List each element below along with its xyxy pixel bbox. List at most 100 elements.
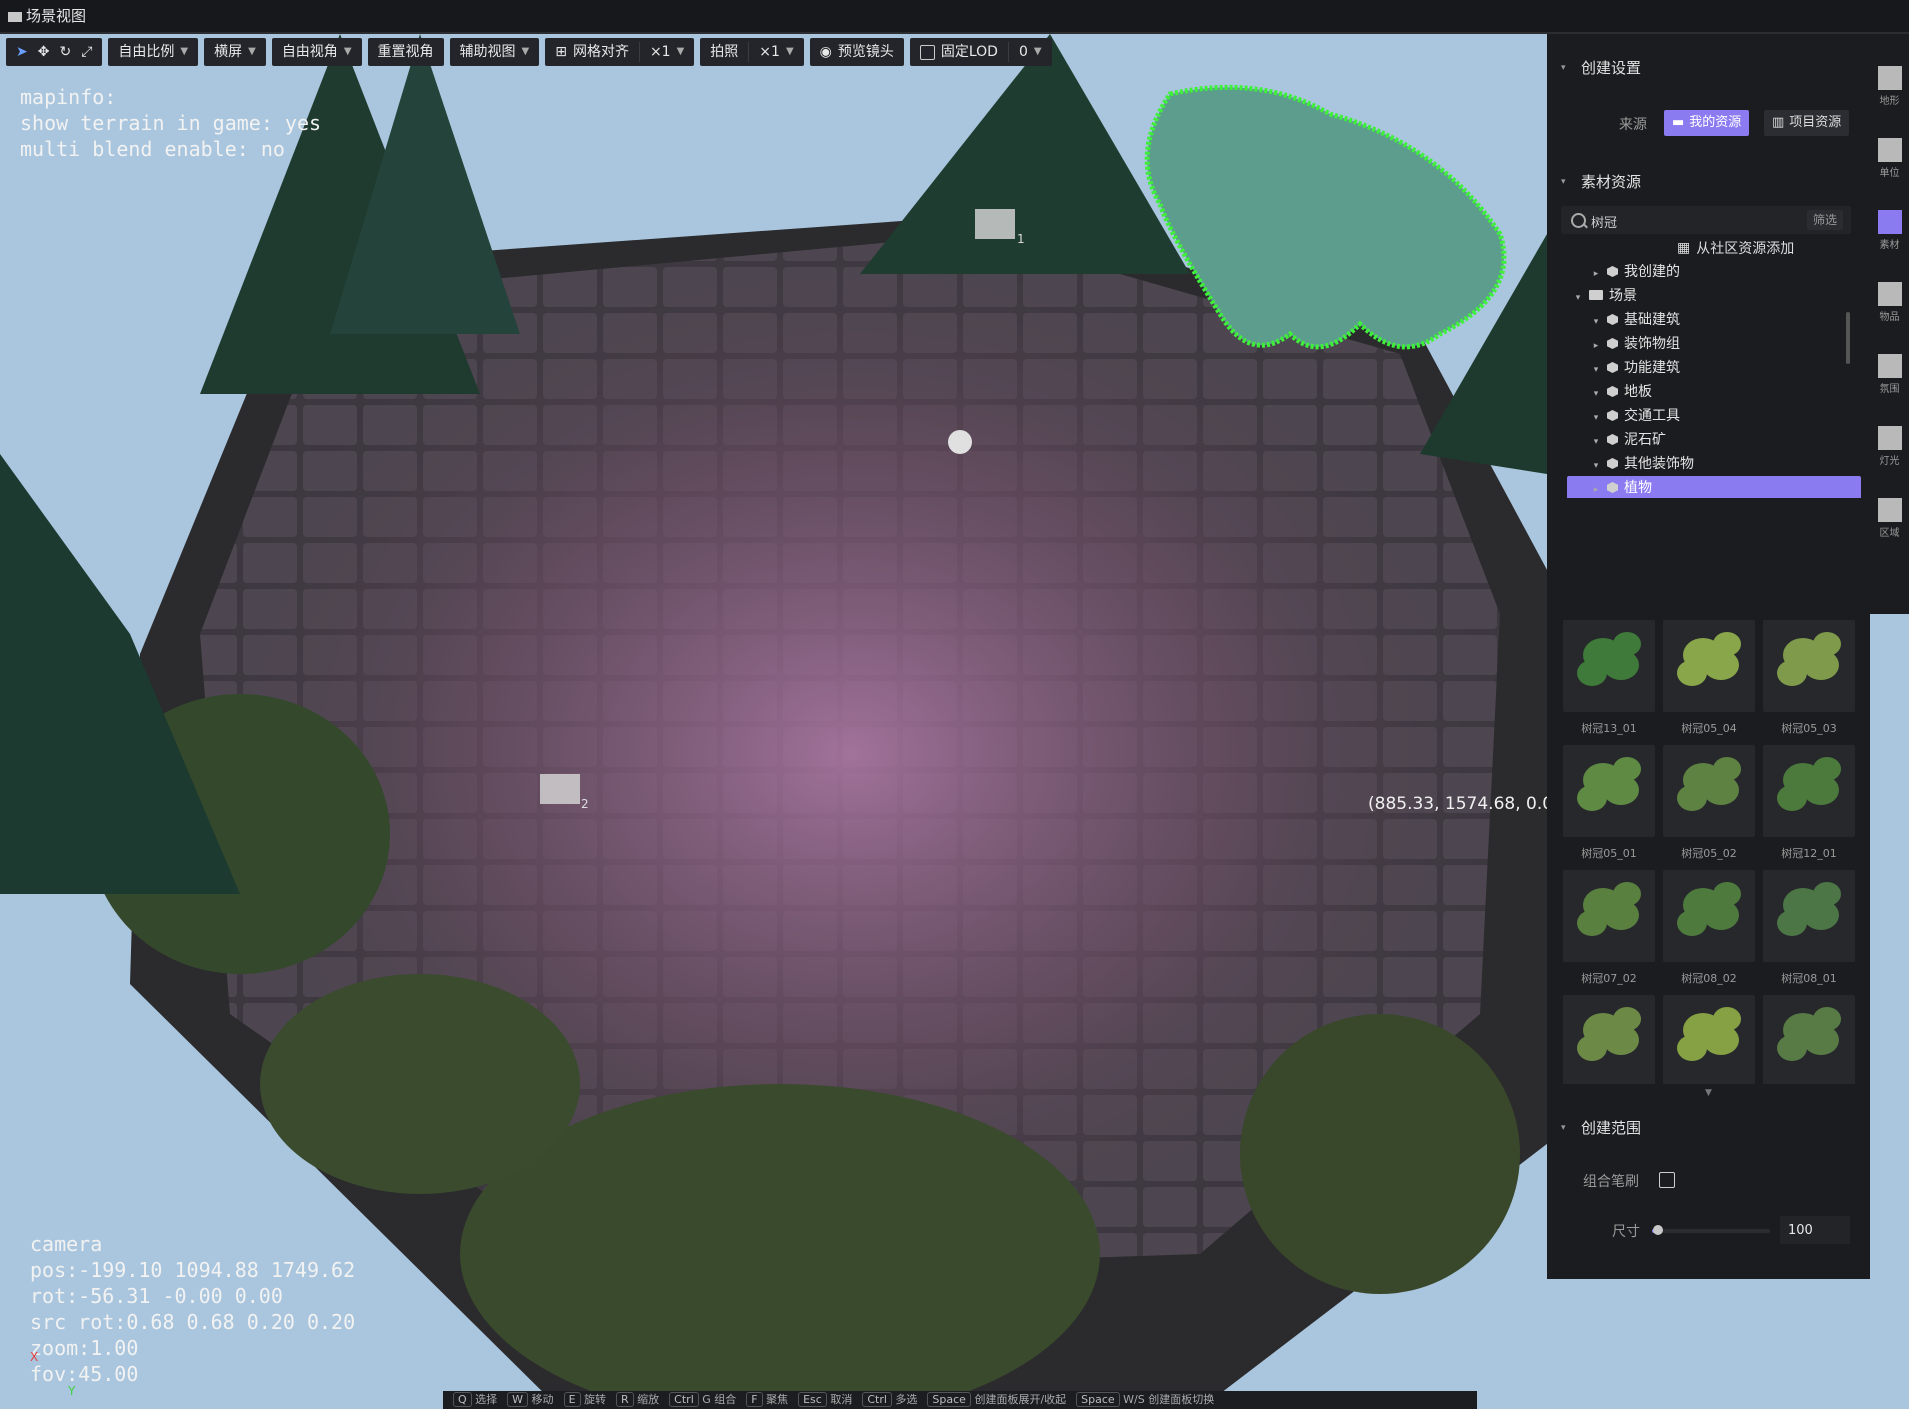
combo-brush-checkbox[interactable] <box>1659 1172 1675 1188</box>
tree-item-label: 交通工具 <box>1624 408 1680 424</box>
viewport-toolbar: ➤ ✥ ↻ ⤢ 自由比例 ▼ 横屏 ▼ 自由视角 ▼ 重置视角 辅助视图 ▼ ⊞ 网格对齐… <box>6 38 1052 66</box>
rotate-tool-icon[interactable]: ↻ <box>59 38 71 66</box>
lod-value-dropdown[interactable]: 0 ▼ <box>1009 38 1052 66</box>
hotkey-label: 选择 <box>471 1393 498 1406</box>
select-tool-icon[interactable]: ➤ <box>16 38 28 66</box>
filter-button[interactable]: 筛选 <box>1806 210 1843 230</box>
hotkey-label: 多选 <box>891 1393 918 1406</box>
reset-view-label: 重置视角 <box>377 44 434 60</box>
sidebar-item-tree[interactable]: 素材 <box>1870 198 1909 262</box>
scene-viewport[interactable]: ➤ ✥ ↻ ⤢ 自由比例 ▼ 横屏 ▼ 自由视角 ▼ 重置视角 辅助视图 ▼ ⊞ 网格对齐… <box>0 34 1547 1409</box>
asset-thumbnail[interactable]: 树冠13_01 <box>1563 620 1655 742</box>
asset-thumbnail[interactable]: 树冠12_01 <box>1763 745 1855 867</box>
folder-icon: ▬ <box>1672 115 1685 130</box>
source-mine-button[interactable]: ▬ 我的资源 <box>1664 110 1750 136</box>
tree-item[interactable]: ▾ 基础建筑 <box>1567 308 1861 332</box>
scene-render[interactable] <box>0 34 1547 1409</box>
expand-arrow-icon[interactable]: ▸ <box>1589 262 1603 286</box>
photo-button[interactable]: 拍照 <box>700 38 748 66</box>
asset-label: 树冠08_02 <box>1681 972 1737 985</box>
expand-arrow-icon[interactable]: ▼ <box>1705 1088 1712 1098</box>
lod-value: 0 <box>1018 44 1028 60</box>
asset-search-input[interactable] <box>1589 209 1793 233</box>
asset-thumbnail[interactable]: 树冠06_02 <box>1763 995 1855 1084</box>
asset-thumbnail[interactable]: 树冠08_03 <box>1563 995 1655 1084</box>
source-row: 来源 ▬ 我的资源 ▥ 项目资源 <box>1547 110 1870 140</box>
sidebar-item-weather[interactable]: 氛围 <box>1870 342 1909 406</box>
camera-overlay: camera pos:-199.10 1094.88 1749.62 rot:-… <box>30 1232 356 1386</box>
expand-arrow-icon[interactable]: ▾ <box>1589 358 1603 382</box>
preview-camera-button[interactable]: ◉ 预览镜头 <box>809 38 904 66</box>
canopy-preview-image <box>1563 745 1655 837</box>
expand-arrow-icon[interactable]: ▾ <box>1589 406 1603 430</box>
view-mode-dropdown[interactable]: 自由视角 ▼ <box>271 38 362 66</box>
expand-arrow-icon[interactable]: ▾ <box>1589 454 1603 478</box>
asset-label: 树冠13_01 <box>1581 722 1637 735</box>
sidebar-item-light[interactable]: 灯光 <box>1870 414 1909 478</box>
grid-snap-button[interactable]: ⊞ 网格对齐 <box>545 38 639 66</box>
tree-item[interactable]: ▾ 泥石矿 <box>1567 428 1861 452</box>
tree-item[interactable]: ▸ 我创建的 <box>1567 260 1861 284</box>
canopy-preview-image <box>1563 870 1655 962</box>
material-assets-header[interactable]: ▾ 素材资源 <box>1547 162 1870 202</box>
ratio-dropdown[interactable]: 自由比例 ▼ <box>108 38 199 66</box>
fixed-lod-checkbox[interactable]: 固定LOD <box>910 38 1008 66</box>
canopy-preview-image <box>1663 995 1755 1084</box>
asset-thumbnail[interactable]: 树冠05_04 <box>1663 620 1755 742</box>
expand-arrow-icon[interactable]: ▸ <box>1589 334 1603 358</box>
asset-thumbnail[interactable]: 树冠07_02 <box>1563 870 1655 992</box>
cursor-coordinates: (885.33, 1574.68, 0.00 <box>1368 794 1547 814</box>
community-add-button[interactable]: ▦ 从社区资源添加 <box>1677 238 1794 258</box>
source-project-button[interactable]: ▥ 项目资源 <box>1764 110 1850 136</box>
terrain-icon <box>1877 66 1902 90</box>
asset-thumbnail[interactable]: 树冠08_02 <box>1663 870 1755 992</box>
asset-thumbnail[interactable]: 树冠08_01 <box>1763 870 1855 992</box>
sidebar-item-terrain[interactable]: 地形 <box>1870 54 1909 118</box>
hotkey-item: Space 创建面板展开/收起 <box>927 1391 1066 1409</box>
sidebar-item-unit[interactable]: 单位 <box>1870 126 1909 190</box>
fixed-lod-label: 固定LOD <box>940 44 998 60</box>
aux-view-dropdown[interactable]: 辅助视图 ▼ <box>449 38 540 66</box>
asset-thumbnail[interactable]: 树冠05_01 <box>1563 745 1655 867</box>
library-icon: ▥ <box>1772 115 1785 130</box>
move-tool-icon[interactable]: ✥ <box>38 38 50 66</box>
photo-mult-dropdown[interactable]: ×1 ▼ <box>749 38 803 66</box>
grid-mult-dropdown[interactable]: ×1 ▼ <box>640 38 694 66</box>
expand-arrow-icon[interactable]: ▸ <box>1589 478 1603 498</box>
tree-scrollbar[interactable] <box>1846 312 1850 364</box>
tree-item[interactable]: ▾ 交通工具 <box>1567 404 1861 428</box>
expand-arrow-icon[interactable]: ▾ <box>1589 382 1603 406</box>
orientation-dropdown[interactable]: 横屏 ▼ <box>204 38 266 66</box>
eye-icon: ◉ <box>819 44 832 60</box>
tree-item[interactable]: ▸ 装饰物组 <box>1567 332 1861 356</box>
hotkey-key: R <box>616 1392 634 1407</box>
asset-thumbnail[interactable]: 树冠05_02 <box>1663 745 1755 867</box>
expand-arrow-icon[interactable]: ▾ <box>1571 286 1585 310</box>
size-slider-handle[interactable] <box>1652 1225 1663 1235</box>
scale-tool-icon[interactable]: ⤢ <box>81 38 92 66</box>
tree-item[interactable]: ▾ 其他装饰物 <box>1567 452 1861 476</box>
tree-item[interactable]: ▾ 功能建筑 <box>1567 356 1861 380</box>
tree-item[interactable]: ▾ 地板 <box>1567 380 1861 404</box>
create-settings-header[interactable]: ▾ 创建设置 <box>1547 48 1870 88</box>
chevron-down-icon: ▼ <box>521 46 530 57</box>
combo-brush-row: 组合笔刷 <box>1547 1166 1870 1196</box>
chevron-down-icon: ▼ <box>248 46 256 57</box>
reset-view-button[interactable]: 重置视角 <box>367 38 444 66</box>
size-label: 尺寸 <box>1612 1224 1640 1240</box>
photo-mult-label: ×1 <box>759 44 780 60</box>
tree-item[interactable]: ▾ 场景 <box>1567 284 1861 308</box>
sidebar-item-region[interactable]: 区域 <box>1870 486 1909 550</box>
tree-item[interactable]: ▸ 植物 <box>1567 476 1861 498</box>
expand-arrow-icon[interactable]: ▾ <box>1589 430 1603 454</box>
asset-thumbnail[interactable]: 树冠05_03 <box>1763 620 1855 742</box>
grid-mult-label: ×1 <box>649 44 671 60</box>
cube-icon <box>1607 266 1618 277</box>
size-input[interactable] <box>1780 1216 1850 1244</box>
create-range-header[interactable]: ▾ 创建范围 <box>1547 1108 1870 1148</box>
expand-arrow-icon[interactable]: ▾ <box>1589 310 1603 334</box>
sidebar-item-item[interactable]: 物品 <box>1870 270 1909 334</box>
camera-marker-2 <box>540 774 580 804</box>
size-slider[interactable] <box>1652 1225 1770 1235</box>
asset-thumbnail[interactable]: 树冠08_04 <box>1663 995 1755 1084</box>
